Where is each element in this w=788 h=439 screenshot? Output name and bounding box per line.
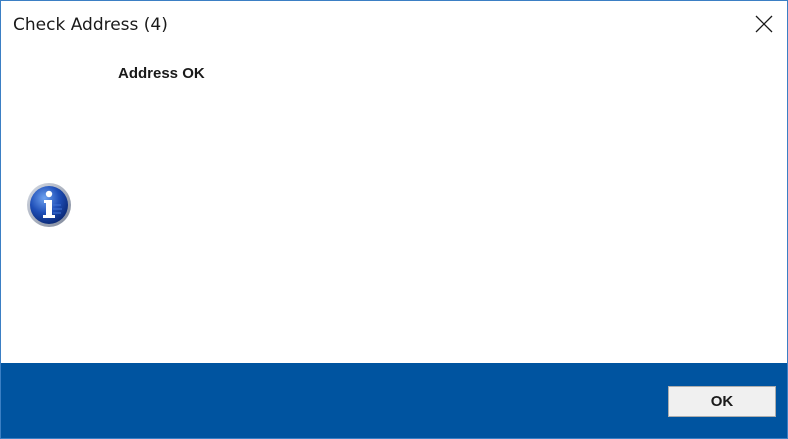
dialog-footer: OK — [1, 363, 787, 438]
dialog-window: Check Address (4) Address OK OK — [0, 0, 788, 439]
ok-button[interactable]: OK — [668, 386, 776, 417]
window-title: Check Address (4) — [13, 15, 168, 35]
info-icon — [27, 183, 71, 227]
dialog-content: Address OK — [1, 47, 787, 363]
title-bar: Check Address (4) — [1, 1, 787, 47]
message-text: Address OK — [118, 65, 205, 82]
close-button[interactable] — [741, 1, 787, 47]
close-icon — [755, 15, 773, 33]
